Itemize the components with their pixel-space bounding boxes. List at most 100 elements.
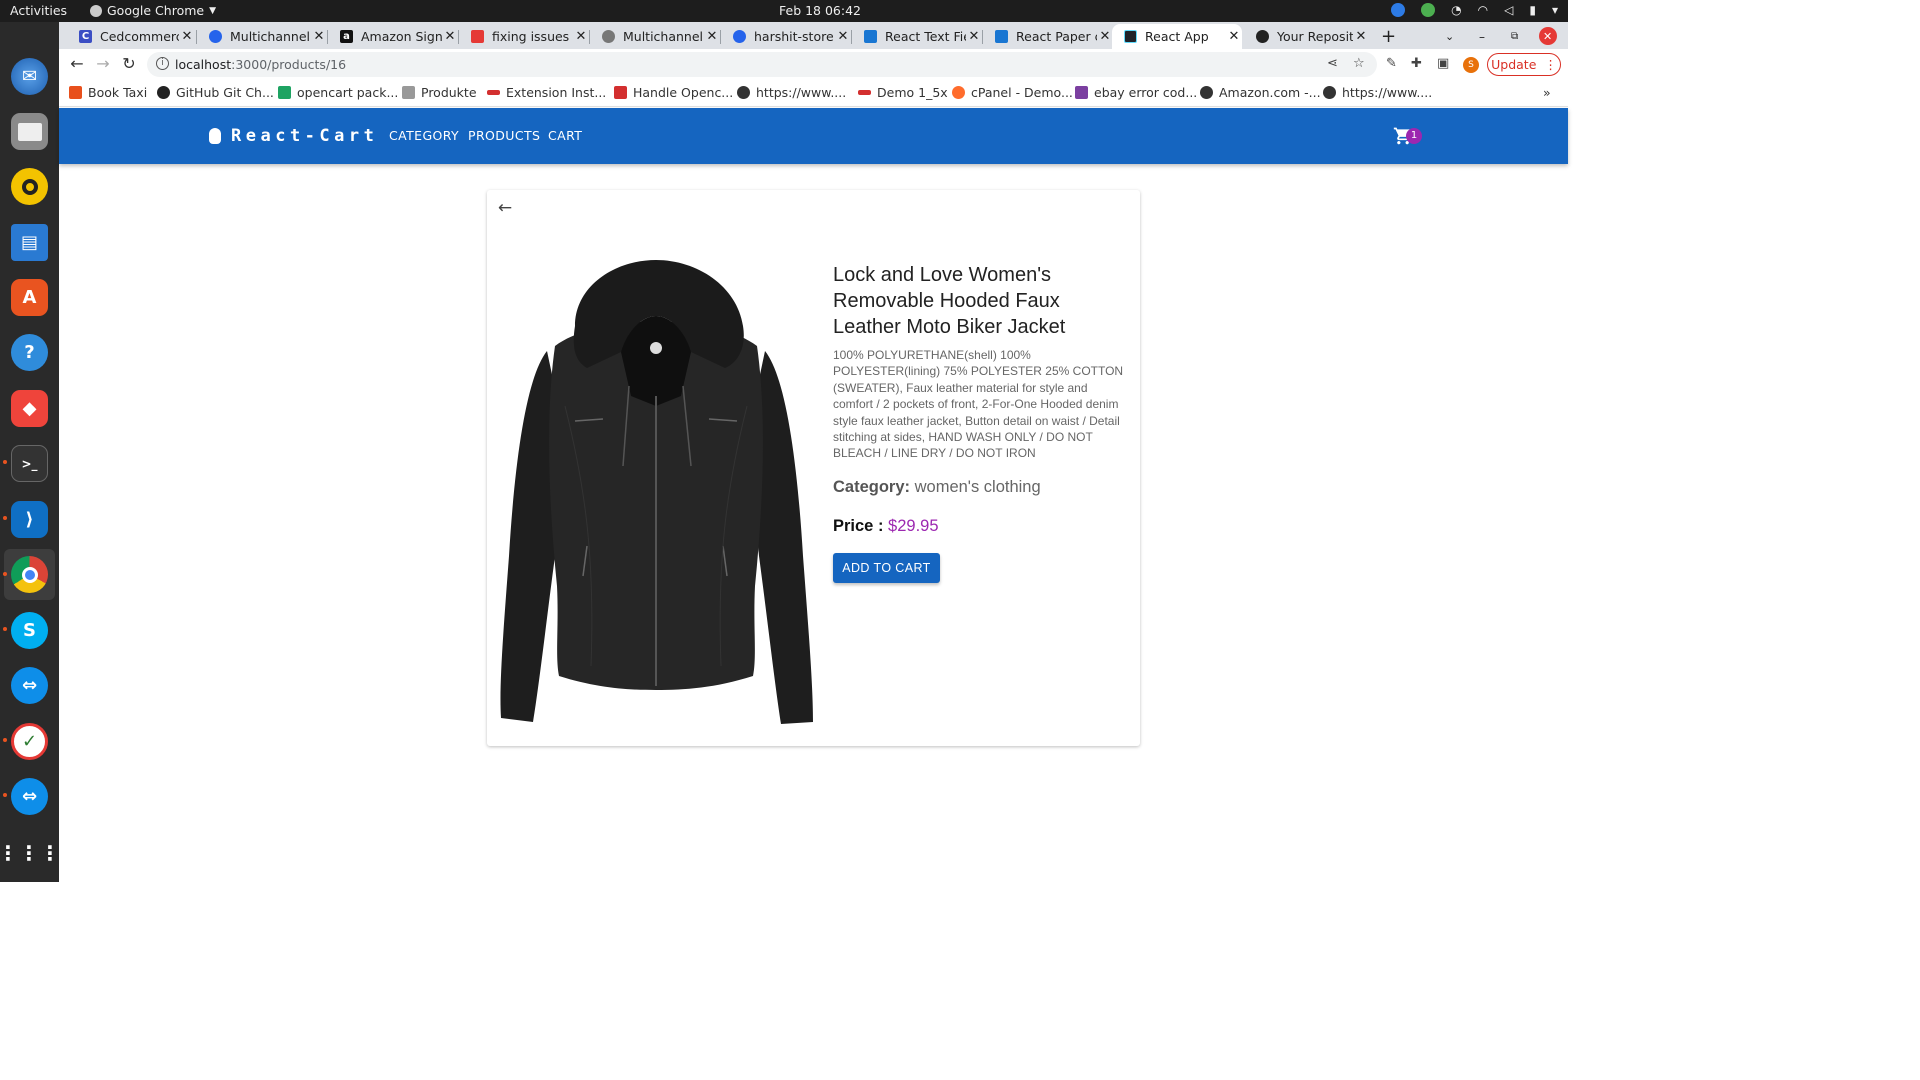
browser-tab[interactable]: React Text Fie ✕ [852,24,982,49]
running-indicator [3,516,7,520]
activities-button[interactable]: Activities [10,3,67,18]
update-icon[interactable] [1421,3,1436,17]
bookmark-item[interactable]: Book Taxi [69,85,147,100]
vscode-icon[interactable]: ⟩ [11,501,48,538]
side-panel-icon[interactable]: ▣ [1437,56,1449,71]
reload-icon[interactable]: ↻ [119,54,139,74]
bookmarks-bar: Book Taxi GitHub Git Ch... opencart pack… [59,80,1568,107]
tab-title: fixing issues i [492,29,573,44]
close-tab-icon[interactable]: ✕ [573,29,589,44]
files-icon[interactable] [11,113,48,150]
minimize-button[interactable]: – [1473,24,1493,49]
bookmark-label: Handle Openc... [633,85,734,100]
nav-cart[interactable]: CART [548,128,582,143]
close-tab-icon[interactable]: ✕ [1226,29,1242,44]
nav-category[interactable]: CATEGORY [389,128,459,143]
app-menu-label: Google Chrome [107,3,205,18]
teamviewer-icon[interactable]: ⇔ [11,667,48,704]
browser-tab[interactable]: Multichannel ✕ [590,24,720,49]
close-tab-icon[interactable]: ✕ [966,29,982,44]
skype-icon[interactable]: S [11,612,48,649]
browser-tab[interactable]: React Paper c ✕ [983,24,1113,49]
close-tab-icon[interactable]: ✕ [835,29,851,44]
wifi-icon[interactable]: ◠ [1478,3,1488,17]
extensions-puzzle-icon[interactable]: ✚ [1411,56,1422,71]
brand[interactable]: React-Cart [209,126,378,146]
caret-down-icon: ▼ [209,5,217,16]
add-to-cart-button[interactable]: ADD TO CART [833,553,940,583]
browser-tab[interactable]: a Amazon Sign ✕ [328,24,458,49]
app-menu[interactable]: Google Chrome ▼ [90,3,216,18]
browser-toolbar: ← → ↻ i localhost:3000/products/16 ⋖ ☆ ✎… [59,49,1568,80]
teamviewer-icon[interactable]: ⇔ [11,778,48,815]
browser-tab[interactable]: Your Reposito✕ [1244,24,1369,49]
tab-favicon: C [79,30,92,43]
volume-icon[interactable]: ◁ [1504,3,1513,17]
bookmark-favicon [858,90,871,95]
profile-avatar[interactable]: S [1463,57,1479,73]
bookmark-favicon [1075,86,1088,99]
restore-button[interactable]: ⧉ [1505,24,1525,49]
forward-arrow-icon[interactable]: → [93,54,113,74]
close-window-button[interactable]: ✕ [1539,27,1557,45]
url-path: :3000/products/16 [231,57,347,72]
bookmark-item[interactable]: ebay error cod... [1075,85,1197,100]
power-saver-icon[interactable]: ◔ [1451,3,1461,17]
url-text: localhost:3000/products/16 [175,57,346,72]
close-tab-icon[interactable]: ✕ [179,29,195,44]
libreoffice-writer-icon[interactable]: ▤ [11,224,48,261]
rhythmbox-icon[interactable] [11,168,48,205]
bookmark-item[interactable]: https://www.... [1323,85,1432,100]
close-tab-icon[interactable]: ✕ [311,29,327,44]
tab-search-icon[interactable]: ⌄ [1441,24,1461,49]
software-center-icon[interactable]: A [11,279,48,316]
bookmark-item[interactable]: Handle Openc... [614,85,733,100]
bookmark-item[interactable]: Produkte [402,85,477,100]
bookmark-item[interactable]: Amazon.com -... [1200,85,1321,100]
power-menu-icon[interactable]: ▾ [1552,3,1558,17]
browser-tab[interactable]: harshit-store ✕ [721,24,851,49]
browser-tab[interactable]: fixing issues i ✕ [459,24,589,49]
time-tracker-icon[interactable]: ✓ [11,723,48,760]
close-tab-icon[interactable]: ✕ [1353,29,1369,44]
browser-tab[interactable]: Multichannel ✕ [197,24,327,49]
close-tab-icon[interactable]: ✕ [1097,29,1113,44]
bookmark-star-icon[interactable]: ☆ [1353,56,1365,71]
messenger-icon[interactable] [1391,3,1406,17]
battery-icon[interactable]: ▮ [1529,3,1536,17]
bookmark-item[interactable]: https://www.... [737,85,846,100]
system-tray[interactable]: ◔ ◠ ◁ ▮ ▾ [1391,3,1558,17]
clock[interactable]: Feb 18 06:42 [779,3,861,18]
bookmark-item[interactable]: opencart pack... [278,85,398,100]
bookmark-item[interactable]: Demo 1_5x [858,85,948,100]
update-button[interactable]: Update ⋮ [1487,53,1561,76]
back-arrow-icon[interactable]: ← [67,54,87,74]
back-arrow-icon[interactable]: ← [495,198,515,218]
bookmark-item[interactable]: GitHub Git Ch... [157,85,274,100]
bookmark-item[interactable]: Extension Inst... [487,85,606,100]
nav-products[interactable]: PRODUCTS [468,128,540,143]
help-icon[interactable]: ? [11,334,48,371]
tab-title: React App [1145,29,1209,44]
bookmark-label: Extension Inst... [506,85,607,100]
share-icon[interactable]: ⋖ [1327,56,1338,71]
running-indicator [3,572,7,576]
extension-icon[interactable]: ✎ [1386,56,1397,71]
close-tab-icon[interactable]: ✕ [442,29,458,44]
close-tab-icon[interactable]: ✕ [704,29,720,44]
anydesk-icon[interactable]: ◆ [11,390,48,427]
bookmark-item[interactable]: cPanel - Demo... [952,85,1073,100]
tab-title: React Paper c [1016,29,1097,44]
bookmark-label: Book Taxi [88,85,148,100]
thunderbird-icon[interactable]: ✉ [11,58,48,95]
browser-tab-active[interactable]: React App ✕ [1112,24,1242,49]
terminal-icon[interactable]: >_ [11,445,48,482]
browser-tab[interactable]: C Cedcommerce✕ [67,24,195,49]
new-tab-button[interactable]: + [1377,24,1401,49]
tab-title: Multichannel [230,29,311,44]
chrome-icon[interactable] [11,556,48,593]
address-bar[interactable]: i localhost:3000/products/16 ⋖ ☆ [147,52,1377,77]
show-apps-icon[interactable]: ⋮⋮⋮ [0,834,60,871]
site-info-icon[interactable]: i [156,57,169,70]
more-bookmarks-chevron-icon[interactable]: » [1543,85,1551,100]
